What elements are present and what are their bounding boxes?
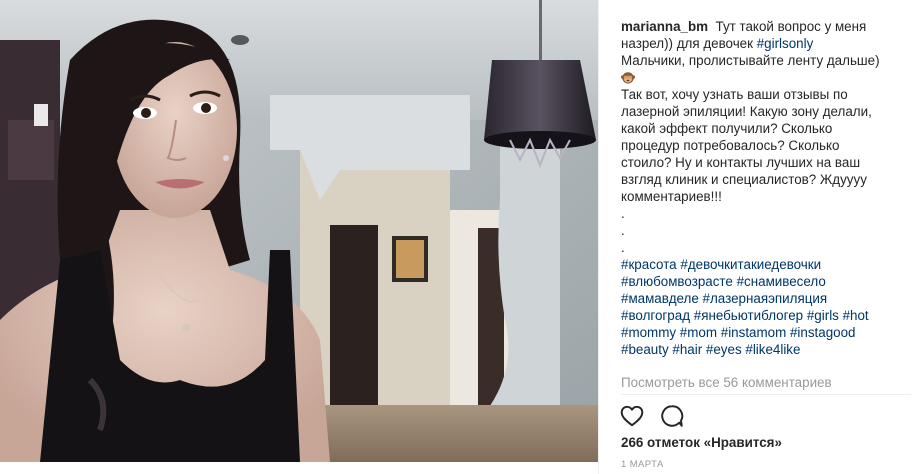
divider [621, 394, 911, 395]
hashtag-link[interactable]: #волгоград [621, 308, 690, 323]
caption-line: взгляд клиник и специалистов? Ждуууу [621, 172, 867, 187]
speech-bubble-icon[interactable] [659, 403, 685, 429]
hashtag-line: #мамавделе #лазернаяэпиляция [621, 290, 911, 307]
hashtag-link[interactable]: #янебьютиблогер [694, 308, 803, 323]
hashtag-line: #волгоград #янебьютиблогер #girls #hot [621, 307, 911, 324]
post-date: 1 МАРТА [621, 459, 664, 470]
hashtag-link[interactable]: #девочкитакиедевочки [680, 257, 821, 272]
post-caption: marianna_bm Тут такой вопрос у меня назр… [621, 18, 911, 358]
hashtag-link[interactable]: #hot [843, 308, 869, 323]
caption-text: назрел)) для девочек [621, 36, 757, 51]
hashtag-link[interactable]: #красота [621, 257, 677, 272]
instagram-post: marianna_bm Тут такой вопрос у меня назр… [0, 0, 916, 474]
hashtag-link[interactable]: #instagood [790, 325, 856, 340]
hashtag-line: #влюбомвозрасте #снамивесело [621, 273, 911, 290]
caption-line: лазерной эпиляции! Какую зону делали, [621, 104, 872, 119]
caption-line: комментариев!!! [621, 189, 722, 204]
hashtag-link[interactable]: #eyes [706, 342, 742, 357]
hashtag-link[interactable]: #mommy [621, 325, 676, 340]
caption-line: назрел)) для девочек #girlsonly [621, 35, 911, 52]
caption-dot: . [621, 206, 625, 221]
hashtag-link[interactable]: #влюбомвозрасте [621, 274, 733, 289]
view-all-comments-link[interactable]: Посмотреть все 56 комментариев [621, 375, 832, 390]
caption-line: стоило? Ну и контакты лучших на ваш [621, 155, 861, 170]
caption-line: Мальчики, пролистывайте ленту дальше) [621, 53, 880, 68]
caption-line: Так вот, хочу узнать ваши отзывы по [621, 87, 848, 102]
hashtag-link[interactable]: #лазернаяэпиляция [703, 291, 828, 306]
hashtag-line: #mommy #mom #instamom #instagood [621, 324, 911, 341]
caption-dot: . [621, 223, 625, 238]
hashtag-link[interactable]: #hair [672, 342, 702, 357]
caption-line [621, 69, 911, 86]
hashtag-line: #красота #девочкитакиедевочки [621, 256, 911, 273]
username-link[interactable]: marianna_bm [621, 19, 708, 34]
heart-icon[interactable] [619, 403, 645, 429]
hashtag-line: #beauty #hair #eyes #like4like [621, 341, 911, 358]
hashtag-link[interactable]: #mom [680, 325, 717, 340]
hashtag-link[interactable]: #снамивесело [737, 274, 826, 289]
caption-dot: . [621, 240, 625, 255]
hashtag-link[interactable]: #instamom [721, 325, 787, 340]
hashtag-link[interactable]: #like4like [745, 342, 800, 357]
caption-line: marianna_bm Тут такой вопрос у меня [621, 18, 911, 35]
caption-line: процедур потребовалось? Сколько [621, 138, 840, 153]
selfie-photo-illustration [0, 0, 598, 462]
hashtag-link[interactable]: #beauty [621, 342, 669, 357]
hashtag-link[interactable]: #мамавделе [621, 291, 699, 306]
hashtag-link[interactable]: #girls [807, 308, 839, 323]
like-count[interactable]: 266 отметок «Нравится» [621, 435, 782, 450]
caption-line: какой эффект получили? Сколько [621, 121, 833, 136]
post-details-panel: marianna_bm Тут такой вопрос у меня назр… [598, 0, 916, 474]
monkey-emoji-icon [621, 72, 635, 84]
post-photo[interactable] [0, 0, 598, 462]
caption-text: Тут такой вопрос у меня [715, 19, 867, 34]
hashtag-link[interactable]: #girlsonly [757, 36, 814, 51]
